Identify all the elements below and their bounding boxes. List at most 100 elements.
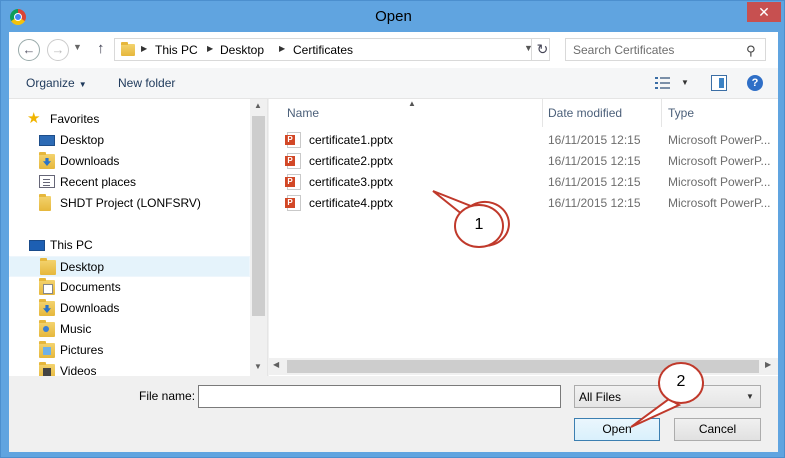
file-name: certificate2.pptx (309, 154, 394, 168)
file-row[interactable]: certificate1.pptx 16/11/2015 12:15 Micro… (269, 130, 778, 151)
chevron-right-icon: ▶ (279, 44, 286, 53)
sidebar-item-label: SHDT Project (LONFSRV) (60, 196, 201, 210)
back-button[interactable]: ← (18, 39, 40, 61)
sidebar-item-label: Downloads (60, 154, 120, 168)
scroll-left-icon[interactable]: ◀ (273, 360, 279, 369)
column-header-date-modified[interactable]: Date modified (548, 99, 622, 127)
file-row[interactable]: certificate3.pptx 16/11/2015 12:15 Micro… (269, 172, 778, 193)
downloads-icon (39, 152, 55, 169)
callout-2-number: 2 (676, 373, 686, 390)
file-list: ▲ Name Date modified Type certificate1.p… (269, 99, 778, 376)
recent-places-icon (39, 175, 55, 188)
column-header-name[interactable]: Name (287, 99, 319, 127)
sidebar-item-label: Desktop (60, 133, 105, 147)
organize-label: Organize (26, 76, 75, 90)
sidebar-item-shdt-project[interactable]: SHDT Project (LONFSRV) (9, 193, 250, 214)
forward-button[interactable]: → (47, 39, 69, 61)
file-row[interactable]: certificate2.pptx 16/11/2015 12:15 Micro… (269, 151, 778, 172)
column-divider[interactable] (542, 99, 543, 127)
new-folder-button[interactable]: New folder (118, 76, 175, 90)
title-bar: Open ✕ (1, 1, 785, 33)
sidebar-item-favorites[interactable]: ★ Favorites (9, 109, 250, 130)
folder-icon (40, 258, 56, 275)
callout-1-number: 1 (474, 216, 484, 233)
command-bar: Organize ▼ New folder ▼ ? (9, 68, 778, 99)
breadcrumb-desktop[interactable]: Desktop (220, 43, 264, 57)
cancel-button[interactable]: Cancel (674, 418, 761, 441)
desktop-icon (39, 135, 55, 146)
dialog-body: ← → ▼ ↑ ▶ This PC ▶ Desktop ▶ Certificat… (9, 32, 778, 452)
file-name: certificate1.pptx (309, 133, 394, 147)
powerpoint-file-icon (285, 195, 301, 211)
close-button[interactable]: ✕ (747, 2, 781, 22)
scroll-down-icon[interactable]: ▼ (254, 362, 262, 371)
documents-icon (39, 278, 55, 295)
scroll-right-icon[interactable]: ▶ (765, 360, 771, 369)
arrow-left-icon: ← (22, 42, 36, 57)
up-button[interactable]: ↑ (97, 40, 105, 57)
search-input[interactable] (567, 40, 737, 59)
file-name-input[interactable] (200, 387, 540, 406)
scrollbar-thumb[interactable] (287, 360, 759, 373)
organize-button[interactable]: Organize ▼ (26, 76, 87, 90)
sidebar-item-label: Music (60, 322, 92, 336)
powerpoint-file-icon (285, 153, 301, 169)
help-icon[interactable]: ? (747, 75, 763, 91)
dialog-title: Open (375, 8, 412, 25)
sidebar-item-thispc-desktop[interactable]: Desktop (9, 256, 250, 277)
breadcrumb-certificates[interactable]: Certificates (293, 43, 353, 57)
search-icon[interactable]: ⚲ (746, 43, 756, 59)
folder-icon (121, 42, 135, 56)
file-row[interactable]: certificate4.pptx 16/11/2015 12:15 Micro… (269, 193, 778, 214)
refresh-icon: ↻ (536, 41, 549, 57)
arrow-up-icon: ↑ (97, 40, 105, 57)
sidebar-item-label: This PC (50, 238, 93, 252)
sidebar-item-desktop[interactable]: Desktop (9, 130, 250, 151)
column-divider[interactable] (661, 99, 662, 127)
sidebar-item-pictures[interactable]: Pictures (9, 340, 250, 361)
sidebar-item-label: Desktop (60, 260, 105, 274)
chevron-down-icon[interactable]: ▼ (681, 78, 689, 87)
sidebar-item-this-pc[interactable]: This PC (9, 235, 250, 256)
powerpoint-file-icon (285, 174, 301, 190)
sidebar-item-label: Downloads (60, 301, 120, 315)
open-button[interactable]: Open (574, 418, 660, 441)
refresh-button[interactable]: ↻ (531, 39, 553, 60)
chevron-down-icon: ▼ (746, 392, 754, 401)
sort-ascending-icon: ▲ (408, 99, 416, 108)
breadcrumb-this-pc[interactable]: This PC (155, 43, 198, 57)
column-header-type[interactable]: Type (668, 99, 694, 127)
powerpoint-file-icon (285, 132, 301, 148)
scrollbar-thumb[interactable] (252, 116, 265, 316)
pictures-icon (39, 341, 55, 358)
sidebar-item-documents[interactable]: Documents (9, 277, 250, 298)
search-box: ⚲ (565, 38, 766, 61)
sidebar-item-downloads[interactable]: Downloads (9, 151, 250, 172)
file-date: 16/11/2015 12:15 (548, 196, 641, 210)
sidebar-item-label: Documents (60, 280, 121, 294)
file-name: certificate3.pptx (309, 175, 394, 189)
preview-pane-icon[interactable] (711, 75, 727, 91)
file-date: 16/11/2015 12:15 (548, 154, 641, 168)
network-folder-icon (39, 194, 51, 211)
star-icon: ★ (27, 110, 41, 127)
navigation-pane: ★ Favorites Desktop Downloads Recent pla… (9, 99, 268, 376)
file-list-scrollbar[interactable]: ◀ ▶ (269, 358, 778, 375)
file-date: 16/11/2015 12:15 (548, 175, 641, 189)
nav-pane-scrollbar[interactable]: ▲ ▼ (250, 99, 267, 376)
file-type-filter[interactable]: All Files ▼ (574, 385, 761, 408)
scroll-up-icon[interactable]: ▲ (254, 101, 262, 110)
sidebar-item-thispc-downloads[interactable]: Downloads (9, 298, 250, 319)
sidebar-item-recent-places[interactable]: Recent places (9, 172, 250, 193)
chevron-right-icon: ▶ (141, 44, 148, 53)
videos-icon (39, 362, 55, 376)
file-name-label: File name: (139, 389, 196, 403)
sidebar-item-videos[interactable]: Videos (9, 361, 250, 376)
file-name-area: File name: ▼ All Files ▼ Open Cancel (9, 376, 778, 452)
view-options-icon[interactable] (655, 76, 671, 90)
downloads-icon (39, 299, 55, 316)
recent-locations-dropdown[interactable]: ▼ (73, 42, 82, 52)
address-bar[interactable]: ▶ This PC ▶ Desktop ▶ Certificates ▼ (114, 38, 550, 61)
chevron-down-icon: ▼ (78, 80, 87, 89)
sidebar-item-music[interactable]: Music (9, 319, 250, 340)
